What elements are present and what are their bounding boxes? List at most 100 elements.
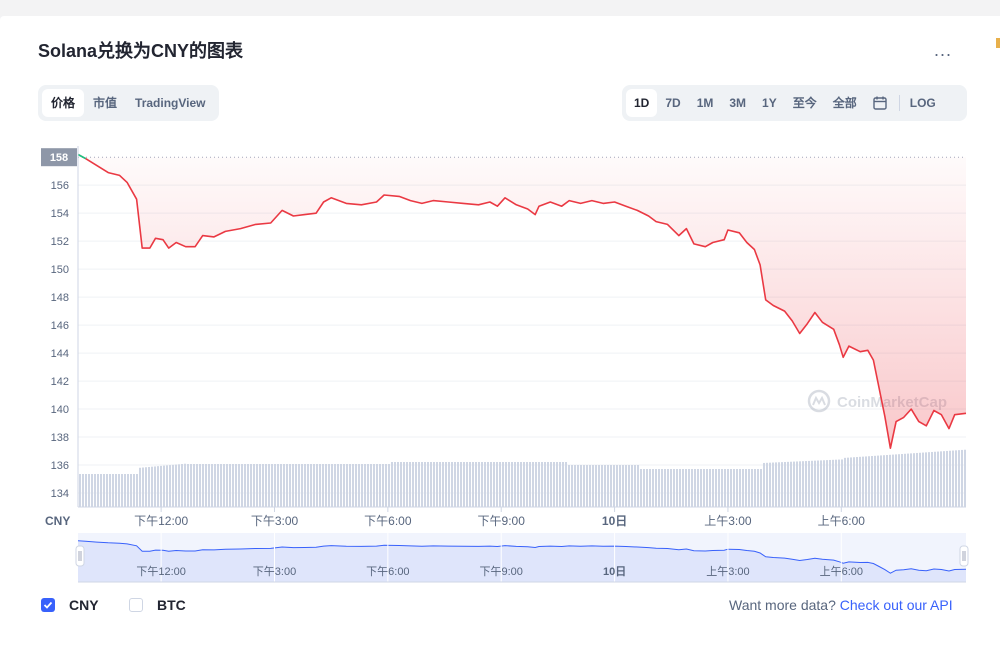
- volume-bar: [178, 464, 180, 507]
- volume-bar: [139, 467, 141, 507]
- navigator-handle-right[interactable]: [959, 545, 969, 567]
- volume-bar: [592, 465, 594, 507]
- volume-bar: [229, 464, 231, 507]
- volume-bar: [652, 469, 654, 507]
- volume-bar: [859, 456, 861, 507]
- volume-bar: [391, 462, 393, 507]
- api-link[interactable]: Check out our API: [840, 597, 953, 613]
- volume-bar: [655, 469, 657, 507]
- x-tick-label: 下午6:00: [364, 514, 412, 528]
- volume-bar: [622, 465, 624, 507]
- volume-bar: [256, 464, 258, 507]
- volume-bar: [442, 462, 444, 507]
- volume-bar: [613, 465, 615, 507]
- volume-bar: [862, 456, 864, 507]
- volume-bar: [568, 465, 570, 507]
- navigator-tick-label: 10日: [603, 565, 626, 578]
- volume-bar: [454, 462, 456, 507]
- legend-cny[interactable]: CNY: [41, 597, 99, 613]
- volume-bar: [646, 469, 648, 507]
- volume-bar: [505, 462, 507, 507]
- volume-bar: [109, 474, 111, 507]
- volume-bar: [790, 461, 792, 507]
- volume-bar: [166, 465, 168, 507]
- volume-bar: [805, 461, 807, 507]
- volume-bar: [892, 454, 894, 507]
- volume-bar: [223, 464, 225, 507]
- volume-bar: [502, 462, 504, 507]
- checkbox-checked-icon[interactable]: [41, 598, 55, 612]
- volume-bar: [919, 452, 921, 507]
- volume-bar: [637, 465, 639, 507]
- volume-bar: [628, 465, 630, 507]
- volume-bar: [781, 462, 783, 507]
- y-tick-label: 146: [51, 320, 69, 332]
- legend-btc[interactable]: BTC: [129, 597, 186, 613]
- volume-bar: [85, 474, 87, 507]
- volume-bar: [361, 464, 363, 507]
- volume-bar: [607, 465, 609, 507]
- volume-bar: [799, 461, 801, 507]
- volume-bar: [727, 469, 729, 507]
- volume-bar: [757, 469, 759, 507]
- volume-bar: [382, 464, 384, 507]
- volume-bar: [151, 466, 153, 507]
- volume-bar: [931, 451, 933, 507]
- volume-bar: [133, 474, 135, 507]
- volume-bar: [142, 467, 144, 507]
- volume-bar: [730, 469, 732, 507]
- volume-bar: [820, 460, 822, 507]
- price-chart[interactable]: CoinMarketCap 15615415215014814614414214…: [0, 0, 1000, 650]
- checkbox-unchecked-icon[interactable]: [129, 598, 143, 612]
- volume-bar: [808, 460, 810, 507]
- navigator-tick-label: 下午3:00: [253, 565, 296, 578]
- volume-bar: [439, 462, 441, 507]
- volume-bar: [481, 462, 483, 507]
- volume-bar: [844, 457, 846, 507]
- navigator-handle-left[interactable]: [75, 545, 85, 567]
- legend-cny-label: CNY: [69, 597, 99, 613]
- volume-bar: [154, 466, 156, 507]
- volume-bar: [451, 462, 453, 507]
- volume-bar: [715, 469, 717, 507]
- x-tick-label: 下午3:00: [251, 514, 299, 528]
- volume-bar: [526, 462, 528, 507]
- volume-bar: [406, 462, 408, 507]
- volume-bar: [511, 462, 513, 507]
- volume-bar: [604, 465, 606, 507]
- volume-bar: [802, 461, 804, 507]
- volume-bar: [772, 462, 774, 507]
- volume-bar: [496, 462, 498, 507]
- volume-bar: [448, 462, 450, 507]
- volume-bar: [583, 465, 585, 507]
- volume-bar: [886, 455, 888, 507]
- volume-bar: [679, 469, 681, 507]
- volume-bar: [184, 463, 186, 507]
- volume-bar: [901, 453, 903, 507]
- volume-bar: [289, 464, 291, 507]
- volume-bar: [337, 464, 339, 507]
- volume-bar: [910, 453, 912, 507]
- volume-bar: [649, 469, 651, 507]
- volume-bar: [838, 459, 840, 507]
- volume-bar: [718, 469, 720, 507]
- volume-bar: [346, 464, 348, 507]
- volume-bar: [943, 451, 945, 507]
- volume-bar: [121, 474, 123, 507]
- volume-bar: [82, 474, 84, 507]
- volume-bar: [412, 462, 414, 507]
- volume-bar: [760, 469, 762, 507]
- volume-bar: [946, 450, 948, 507]
- volume-bar: [898, 454, 900, 507]
- volume-bar: [499, 462, 501, 507]
- y-tick-label: 152: [51, 236, 69, 248]
- volume-bar: [433, 462, 435, 507]
- volume-bar: [415, 462, 417, 507]
- volume-bar: [370, 464, 372, 507]
- volume-bar: [487, 462, 489, 507]
- navigator-tick-label: 下午12:00: [136, 565, 186, 578]
- volume-bar: [508, 462, 510, 507]
- volume-bar: [445, 462, 447, 507]
- volume-bar: [310, 464, 312, 507]
- current-price-label: 158: [50, 152, 68, 164]
